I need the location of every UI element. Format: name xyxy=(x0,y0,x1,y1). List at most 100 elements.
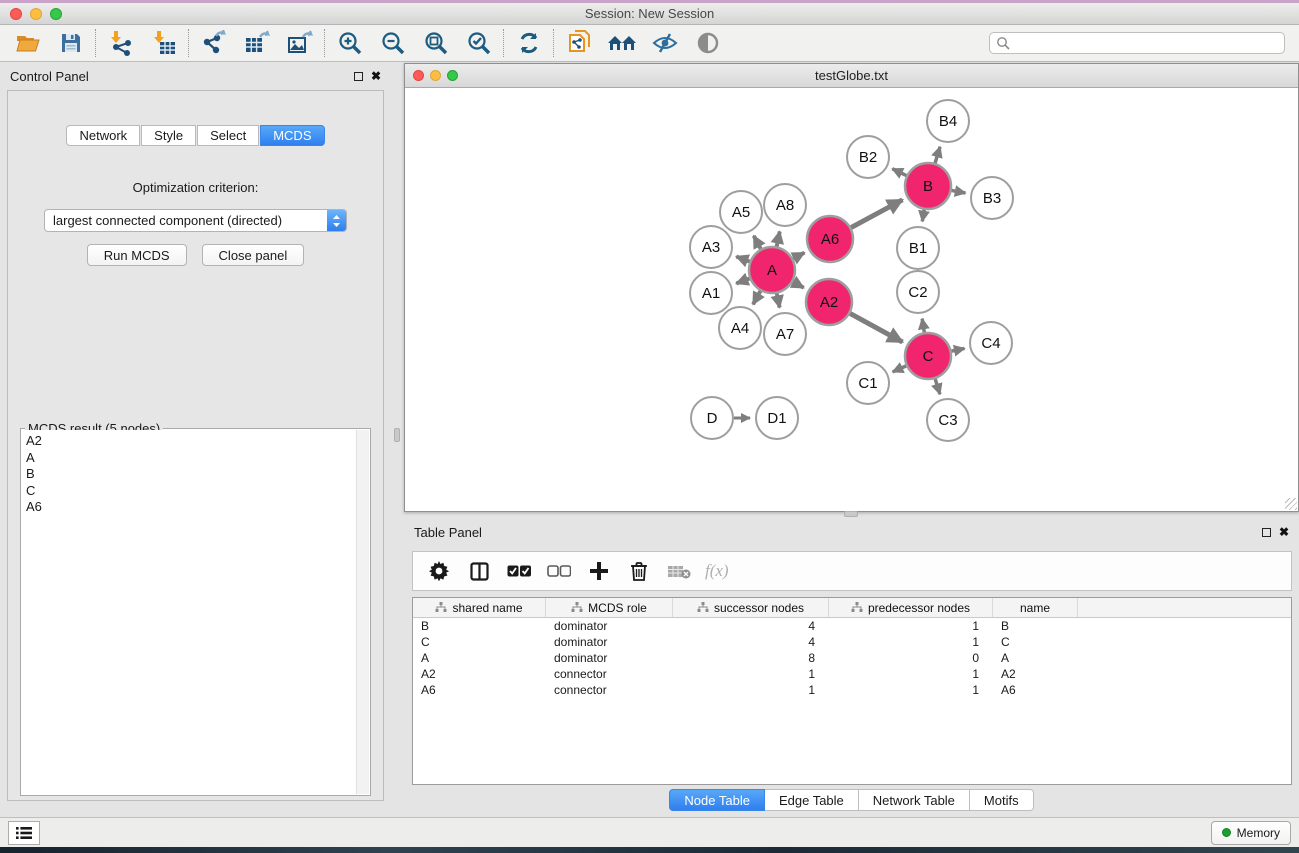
tab-node-table[interactable]: Node Table xyxy=(669,789,765,811)
table-cell[interactable]: dominator xyxy=(546,635,673,649)
table-cell[interactable]: A xyxy=(993,651,1078,665)
table-cell[interactable]: 4 xyxy=(673,635,829,649)
import-network-button[interactable] xyxy=(99,27,142,59)
zoom-out-button[interactable] xyxy=(371,27,414,59)
graph-node-B4[interactable]: B4 xyxy=(927,100,969,142)
graph-node-C4[interactable]: C4 xyxy=(970,322,1012,364)
graph-node-A1[interactable]: A1 xyxy=(690,272,732,314)
home-button[interactable] xyxy=(600,27,643,59)
close-panel-icon[interactable]: ✖ xyxy=(371,70,381,82)
optimization-criterion-select[interactable]: largest connected component (directed) xyxy=(44,209,347,232)
graph-edge-A-A7[interactable] xyxy=(777,294,780,308)
column-header[interactable]: name xyxy=(993,598,1078,617)
function-builder-button[interactable]: f(x) xyxy=(705,561,729,581)
graph-edge-B-B1[interactable] xyxy=(922,210,924,222)
column-header[interactable]: MCDS role xyxy=(546,598,673,617)
horizontal-split-handle[interactable] xyxy=(844,511,858,517)
table-cell[interactable]: 1 xyxy=(829,683,993,697)
save-session-button[interactable] xyxy=(49,27,92,59)
search-input[interactable] xyxy=(1011,36,1278,50)
graph-edge-A-A3[interactable] xyxy=(736,257,749,262)
table-cell[interactable]: 1 xyxy=(673,683,829,697)
table-row[interactable]: A2connector11A2 xyxy=(413,666,1291,682)
graph-edge-C-C3[interactable] xyxy=(935,379,940,394)
add-column-button[interactable] xyxy=(585,557,613,585)
show-column-button[interactable] xyxy=(465,557,493,585)
tab-select[interactable]: Select xyxy=(197,125,259,146)
float-table-panel-icon[interactable] xyxy=(1262,528,1271,537)
graph-edge-C-C2[interactable] xyxy=(922,319,924,333)
graph-edge-A-A4[interactable] xyxy=(753,291,760,304)
graph-edge-C-C4[interactable] xyxy=(952,348,965,351)
graph-node-A[interactable]: A xyxy=(749,247,795,293)
table-cell[interactable]: 1 xyxy=(829,667,993,681)
graph-node-C[interactable]: C xyxy=(905,333,951,379)
table-cell[interactable]: A2 xyxy=(413,667,546,681)
graph-edge-A6-B[interactable] xyxy=(851,200,902,228)
table-cell[interactable]: B xyxy=(413,619,546,633)
show-panels-list-button[interactable] xyxy=(8,821,40,845)
close-panel-button[interactable]: Close panel xyxy=(202,244,305,266)
network-window-titlebar[interactable]: testGlobe.txt xyxy=(405,64,1298,88)
open-session-button[interactable] xyxy=(6,27,49,59)
graph-node-C2[interactable]: C2 xyxy=(897,271,939,313)
select-all-button[interactable] xyxy=(505,557,533,585)
graph-node-A2[interactable]: A2 xyxy=(806,279,852,325)
column-header[interactable]: predecessor nodes xyxy=(829,598,993,617)
table-cell[interactable]: connector xyxy=(546,683,673,697)
mcds-result-list[interactable]: A2ABCA6 xyxy=(22,430,356,794)
close-table-panel-icon[interactable]: ✖ xyxy=(1279,526,1289,538)
import-table-button[interactable] xyxy=(142,27,185,59)
table-cell[interactable]: dominator xyxy=(546,619,673,633)
graph-edge-A2-C[interactable] xyxy=(850,313,902,342)
graph-edge-A-A1[interactable] xyxy=(736,278,749,283)
table-settings-button[interactable] xyxy=(425,557,453,585)
export-network-button[interactable] xyxy=(192,27,235,59)
run-mcds-button[interactable]: Run MCDS xyxy=(87,244,187,266)
result-scrollbar[interactable] xyxy=(356,430,369,794)
table-row[interactable]: Adominator80A xyxy=(413,650,1291,666)
table-cell[interactable]: 1 xyxy=(673,667,829,681)
table-cell[interactable]: 1 xyxy=(829,635,993,649)
graph-edge-B-B3[interactable] xyxy=(952,190,966,193)
graph-edge-B-B2[interactable] xyxy=(892,169,906,176)
graph-node-A4[interactable]: A4 xyxy=(719,307,761,349)
table-cell[interactable]: A6 xyxy=(993,683,1078,697)
table-cell[interactable]: connector xyxy=(546,667,673,681)
graph-node-B1[interactable]: B1 xyxy=(897,227,939,269)
table-cell[interactable]: C xyxy=(993,635,1078,649)
refresh-button[interactable] xyxy=(507,27,550,59)
table-cell[interactable]: A xyxy=(413,651,546,665)
table-cell[interactable]: B xyxy=(993,619,1078,633)
graph-node-B3[interactable]: B3 xyxy=(971,177,1013,219)
export-image-button[interactable] xyxy=(278,27,321,59)
deselect-all-button[interactable] xyxy=(545,557,573,585)
table-cell[interactable]: 8 xyxy=(673,651,829,665)
zoom-selected-button[interactable] xyxy=(457,27,500,59)
graph-node-A5[interactable]: A5 xyxy=(720,191,762,233)
tab-network-table[interactable]: Network Table xyxy=(859,789,970,811)
graph-edge-A-A8[interactable] xyxy=(777,231,780,246)
tab-mcds[interactable]: MCDS xyxy=(260,125,324,146)
mcds-result-item[interactable]: A2 xyxy=(26,433,352,450)
graph-edge-A-A2[interactable] xyxy=(793,282,804,288)
search-field[interactable] xyxy=(989,32,1285,54)
table-row[interactable]: Cdominator41C xyxy=(413,634,1291,650)
graph-node-B[interactable]: B xyxy=(905,163,951,209)
graph-node-D1[interactable]: D1 xyxy=(756,397,798,439)
graph-node-C1[interactable]: C1 xyxy=(847,362,889,404)
mcds-result-item[interactable]: B xyxy=(26,466,352,483)
graph-edge-A-A6[interactable] xyxy=(793,253,804,259)
export-table-button[interactable] xyxy=(235,27,278,59)
zoom-in-button[interactable] xyxy=(328,27,371,59)
table-row[interactable]: A6connector11A6 xyxy=(413,682,1291,698)
column-header[interactable]: shared name xyxy=(413,598,546,617)
graph-node-C3[interactable]: C3 xyxy=(927,399,969,441)
copy-network-button[interactable] xyxy=(557,27,600,59)
table-cell[interactable]: A6 xyxy=(413,683,546,697)
tab-network[interactable]: Network xyxy=(66,125,140,146)
mcds-result-item[interactable]: A6 xyxy=(26,499,352,516)
float-panel-icon[interactable] xyxy=(354,72,363,81)
tab-motifs[interactable]: Motifs xyxy=(970,789,1034,811)
graph-node-A8[interactable]: A8 xyxy=(764,184,806,226)
